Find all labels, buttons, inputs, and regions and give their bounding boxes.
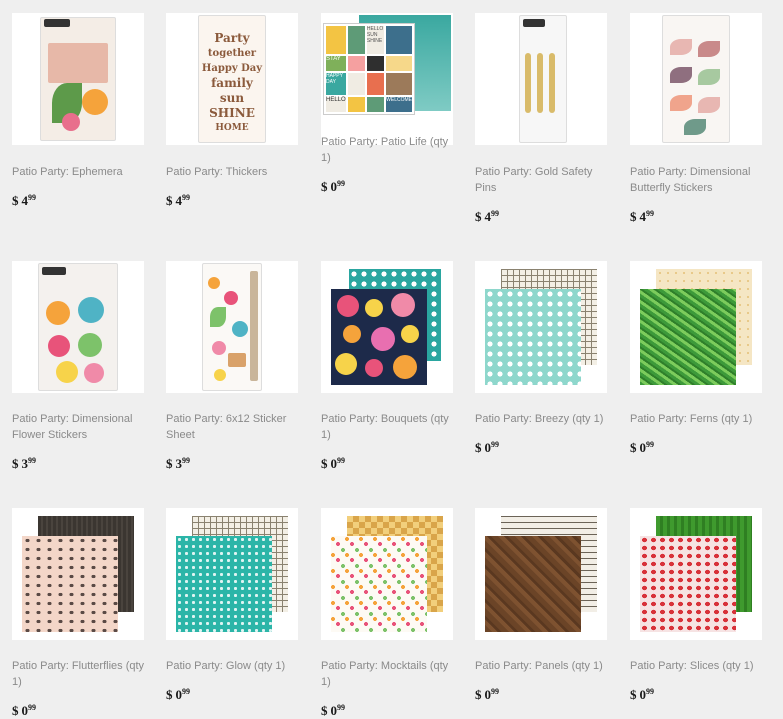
front-sheet-icon	[640, 536, 736, 632]
butterfly-icon	[684, 119, 706, 135]
product-image[interactable]	[630, 13, 762, 145]
butterfly-icon	[698, 69, 720, 85]
product-price: $099	[12, 703, 36, 718]
product-image[interactable]	[475, 13, 607, 145]
butterfly-icon	[670, 39, 692, 55]
product-name[interactable]: Patio Party: Dimensional Flower Stickers	[12, 411, 150, 443]
safety-pin-icon	[537, 53, 543, 113]
sticker-icon	[224, 291, 238, 305]
sticker-icon	[208, 277, 220, 289]
product-image[interactable]	[630, 508, 762, 640]
basket-icon	[228, 353, 246, 367]
product-image[interactable]	[166, 261, 298, 393]
product-name[interactable]: Patio Party: Dimensional Butterfly Stick…	[630, 164, 768, 196]
product-image[interactable]	[475, 508, 607, 640]
brand-tag-icon	[42, 267, 66, 275]
product-name[interactable]: Patio Party: Panels (qty 1)	[475, 658, 613, 674]
product-price: $099	[321, 456, 345, 471]
flower-icon	[48, 335, 70, 357]
front-sheet-icon	[640, 289, 736, 385]
safety-pin-icon	[525, 53, 531, 113]
product-name[interactable]: Patio Party: Slices (qty 1)	[630, 658, 768, 674]
product-price: $399	[12, 456, 36, 471]
product-name[interactable]: Patio Party: Thickers	[166, 164, 304, 180]
product-name[interactable]: Patio Party: Bouquets (qty 1)	[321, 411, 459, 443]
product-price: $499	[630, 209, 654, 224]
butterfly-icon	[698, 97, 720, 113]
sticker-icon	[214, 369, 226, 381]
product-name[interactable]: Patio Party: 6x12 Sticker Sheet	[166, 411, 304, 443]
front-sheet-icon	[176, 536, 272, 632]
product-image[interactable]	[475, 261, 607, 393]
flower-icon	[78, 297, 104, 323]
front-sheet-icon	[485, 289, 581, 385]
product-price: $099	[166, 687, 190, 702]
product-image[interactable]: Party together Happy Day family sun SHIN…	[166, 13, 298, 145]
butterfly-icon	[670, 95, 692, 111]
product-grid: Patio Party: Ephemera $499 Party togethe…	[0, 0, 783, 719]
sticker-icon	[210, 307, 226, 327]
product-price: $099	[630, 440, 654, 455]
flower-icon	[78, 333, 102, 357]
product-price: $099	[630, 687, 654, 702]
product-name[interactable]: Patio Party: Mocktails (qty 1)	[321, 658, 459, 690]
flower-icon	[46, 301, 70, 325]
product-price: $099	[475, 440, 499, 455]
product-image[interactable]	[321, 261, 453, 393]
product-image[interactable]	[12, 261, 144, 393]
butterfly-icon	[670, 67, 692, 83]
product-name[interactable]: Patio Party: Flutterflies (qty 1)	[12, 658, 150, 690]
product-image[interactable]	[12, 508, 144, 640]
package-icon	[38, 263, 118, 391]
product-price: $499	[475, 209, 499, 224]
butterfly-icon	[698, 41, 720, 57]
product-price: $499	[12, 193, 36, 208]
product-image[interactable]	[166, 508, 298, 640]
sticker-icon	[212, 341, 226, 355]
product-name[interactable]: Patio Party: Ferns (qty 1)	[630, 411, 768, 427]
flower-icon	[56, 361, 78, 383]
product-price: $099	[475, 687, 499, 702]
front-sheet-icon	[22, 536, 118, 632]
front-sheet-icon	[331, 289, 427, 385]
front-sheet-icon: HELLO SUN SHINE STAY HAPPY DAY HELLO WELC…	[323, 23, 415, 115]
brand-tag-icon	[44, 19, 70, 27]
product-image[interactable]: HELLO SUN SHINE STAY HAPPY DAY HELLO WELC…	[321, 13, 453, 145]
product-image[interactable]	[321, 508, 453, 640]
brand-tag-icon	[523, 19, 545, 27]
product-price: $499	[166, 193, 190, 208]
product-name[interactable]: Patio Party: Gold Safety Pins	[475, 164, 613, 196]
product-name[interactable]: Patio Party: Breezy (qty 1)	[475, 411, 613, 427]
product-image[interactable]	[630, 261, 762, 393]
product-price: $399	[166, 456, 190, 471]
product-price: $099	[321, 703, 345, 718]
product-name[interactable]: Patio Party: Patio Life (qty 1)	[321, 134, 459, 166]
product-name[interactable]: Patio Party: Ephemera	[12, 164, 150, 180]
product-price: $099	[321, 179, 345, 194]
sticker-strip-icon	[250, 271, 258, 381]
front-sheet-icon	[331, 536, 427, 632]
flower-icon	[84, 363, 104, 383]
front-sheet-icon	[485, 536, 581, 632]
sticker-icon	[232, 321, 248, 337]
product-name[interactable]: Patio Party: Glow (qty 1)	[166, 658, 304, 674]
product-image[interactable]	[12, 13, 144, 145]
ephemera-pieces-icon	[48, 43, 108, 83]
flower-icon	[82, 89, 108, 115]
safety-pin-icon	[549, 53, 555, 113]
flower-icon	[62, 113, 80, 131]
thickers-artwork: Party together Happy Day family sun SHIN…	[201, 31, 263, 133]
